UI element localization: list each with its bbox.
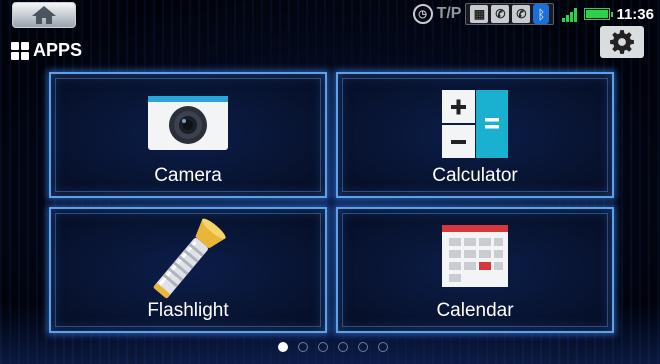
camera-icon — [148, 96, 228, 150]
page-dot[interactable] — [358, 342, 368, 352]
app-tile-camera[interactable]: Camera — [49, 72, 327, 198]
phone-call-icon: ✆ — [512, 5, 531, 23]
app-label-calculator: Calculator — [432, 165, 518, 186]
app-tile-calculator[interactable]: Calculator — [336, 72, 614, 198]
phone-link-icon: ✆ — [491, 5, 510, 23]
gear-icon — [610, 30, 634, 54]
app-tile-flashlight[interactable]: Flashlight — [49, 207, 327, 333]
status-bar: ◷ T/P ▦ ✆ ✆ ᛒ 11:36 — [0, 0, 660, 28]
page-dot[interactable] — [298, 342, 308, 352]
settings-button[interactable] — [600, 26, 644, 58]
flashlight-icon — [153, 218, 226, 299]
apps-header: APPS — [11, 40, 82, 61]
page-dot[interactable] — [278, 342, 288, 352]
bluetooth-icon: ᛒ — [533, 4, 550, 24]
home-button[interactable] — [12, 2, 76, 28]
app-label-flashlight: Flashlight — [147, 300, 229, 321]
screen-mirror-icon: ▦ — [470, 5, 489, 23]
page-indicator[interactable] — [278, 342, 388, 352]
page-dot[interactable] — [318, 342, 328, 352]
page-dot[interactable] — [338, 342, 348, 352]
app-tile-calendar[interactable]: Calendar — [336, 207, 614, 333]
home-icon — [32, 6, 56, 24]
calculator-icon — [442, 90, 508, 158]
battery-icon — [584, 8, 614, 20]
apps-title: APPS — [33, 40, 83, 60]
tp-indicator: T/P — [436, 5, 462, 22]
app-label-camera: Camera — [154, 165, 222, 186]
sync-status-icon: ◷ — [412, 4, 433, 24]
status-icons: ◷ T/P ▦ ✆ ✆ ᛒ 11:36 — [412, 3, 660, 25]
apps-grid-icon — [11, 41, 29, 60]
calendar-icon — [442, 225, 508, 287]
notification-icons[interactable]: ▦ ✆ ✆ ᛒ — [465, 3, 555, 25]
status-clock: 11:36 — [616, 5, 654, 23]
app-label-calendar: Calendar — [436, 300, 514, 321]
app-launcher-screen: ◷ T/P ▦ ✆ ✆ ᛒ 11:36 APPS Camera Calculat… — [0, 0, 660, 364]
signal-strength-icon — [562, 6, 578, 22]
page-dot[interactable] — [378, 342, 388, 352]
